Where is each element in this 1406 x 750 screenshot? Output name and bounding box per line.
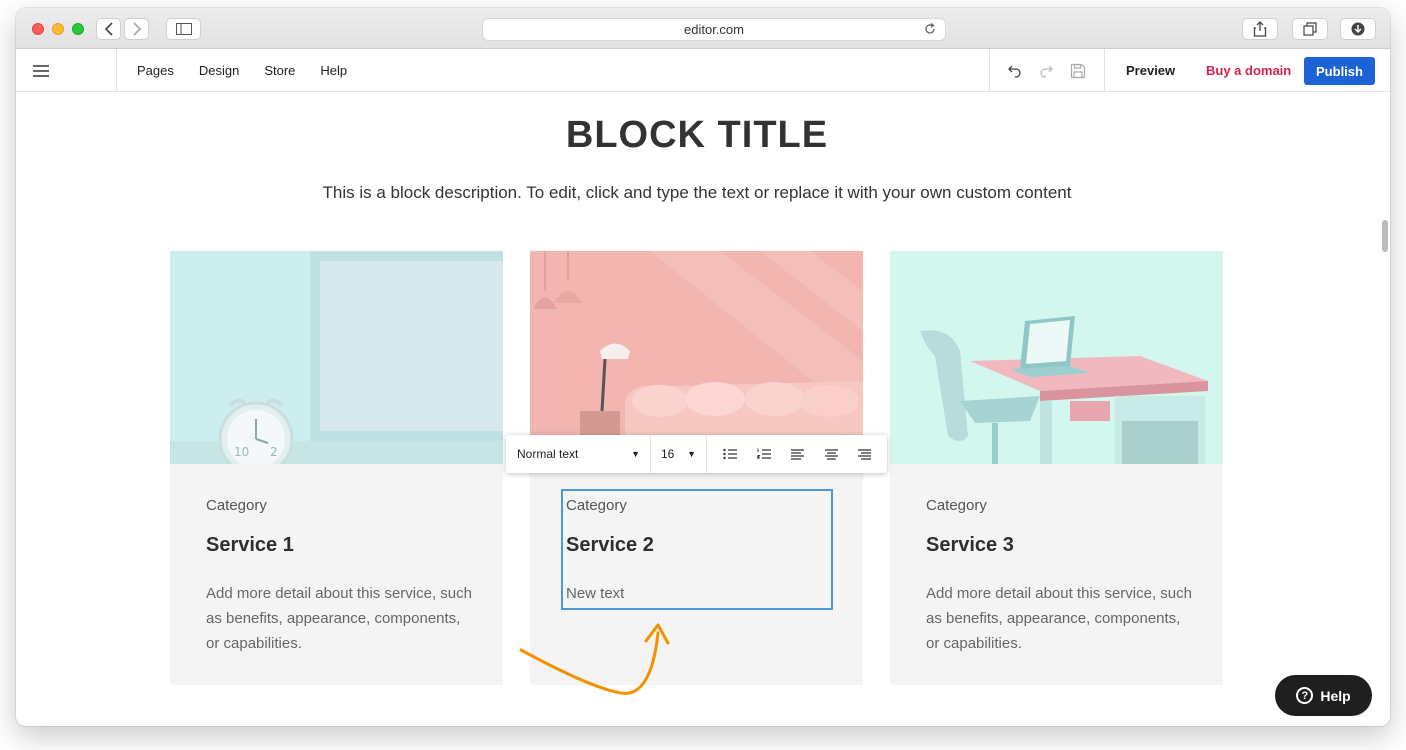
history-controls [989, 49, 1105, 92]
browser-window: editor.com Pages Design Store Help Previ… [16, 8, 1390, 726]
format-buttons [707, 448, 887, 460]
publish-button[interactable]: Publish [1304, 57, 1375, 85]
tabs-icon [1303, 22, 1317, 36]
align-left-icon[interactable] [791, 448, 805, 460]
close-window-button[interactable] [32, 23, 44, 35]
chevron-left-icon [104, 22, 113, 36]
svg-text:2: 2 [270, 445, 278, 459]
caret-down-icon: ▼ [631, 449, 640, 459]
browser-toolbar: editor.com [16, 8, 1390, 49]
block-title[interactable]: BLOCK TITLE [16, 114, 1378, 157]
font-size-value: 16 [661, 447, 675, 461]
question-icon: ? [1296, 687, 1314, 704]
numbered-list-icon[interactable] [757, 448, 772, 460]
url-text: editor.com [684, 22, 744, 37]
desk-image[interactable] [890, 251, 1223, 464]
svg-text:10: 10 [234, 445, 249, 459]
page-canvas: BLOCK TITLE This is a block description.… [16, 93, 1390, 726]
hamburger-icon [33, 64, 49, 77]
service-card-1[interactable]: 10 2 Category Service 1 Add more detail … [170, 251, 503, 685]
sidebar-toggle-button[interactable] [166, 18, 201, 40]
editor-toolbar: Pages Design Store Help Preview Buy a do… [16, 49, 1390, 92]
address-bar[interactable]: editor.com [482, 18, 946, 41]
forward-button[interactable] [124, 18, 149, 40]
nav-store[interactable]: Store [264, 63, 295, 78]
help-label: Help [1320, 687, 1351, 704]
card-description[interactable]: Add more detail about this service, such… [206, 581, 476, 656]
sofa-image[interactable] [530, 251, 863, 464]
align-center-icon[interactable] [824, 448, 838, 460]
back-button[interactable] [96, 18, 121, 40]
pointer-arrow-annotation [519, 623, 670, 695]
card-category[interactable]: Category [206, 497, 267, 514]
redo-icon[interactable] [1039, 64, 1053, 78]
download-icon [1351, 22, 1365, 36]
minimize-window-button[interactable] [52, 23, 64, 35]
text-style-value: Normal text [517, 447, 579, 461]
save-icon[interactable] [1070, 63, 1086, 79]
text-format-toolbar: Normal text ▼ 16 ▼ [506, 435, 887, 473]
reload-icon[interactable] [923, 22, 937, 39]
card-title[interactable]: Service 3 [926, 534, 1014, 557]
tabs-button[interactable] [1292, 18, 1328, 40]
clock-image[interactable]: 10 2 [170, 251, 503, 464]
editor-nav: Pages Design Store Help [137, 49, 347, 92]
share-button[interactable] [1242, 18, 1278, 40]
buy-domain-link[interactable]: Buy a domain [1206, 63, 1291, 78]
card-category[interactable]: Category [926, 497, 987, 514]
nav-design[interactable]: Design [199, 63, 239, 78]
card-title[interactable]: Service 1 [206, 534, 294, 557]
align-right-icon[interactable] [857, 448, 871, 460]
zoom-window-button[interactable] [72, 23, 84, 35]
preview-button[interactable]: Preview [1126, 63, 1175, 78]
service-card-3[interactable]: Category Service 3 Add more detail about… [890, 251, 1223, 685]
scrollbar[interactable] [1382, 220, 1388, 252]
chevron-right-icon [132, 22, 141, 36]
nav-pages[interactable]: Pages [137, 63, 174, 78]
text-selection-frame [561, 489, 833, 610]
help-button[interactable]: ? Help [1275, 675, 1372, 716]
nav-help[interactable]: Help [320, 63, 347, 78]
sidebar-icon [175, 23, 192, 35]
menu-button[interactable] [16, 49, 117, 92]
undo-icon[interactable] [1008, 64, 1022, 78]
block-description[interactable]: This is a block description. To edit, cl… [16, 183, 1378, 203]
caret-down-icon: ▼ [687, 449, 696, 459]
bulleted-list-icon[interactable] [723, 448, 738, 460]
downloads-button[interactable] [1340, 18, 1376, 40]
card-description[interactable]: Add more detail about this service, such… [926, 581, 1196, 656]
text-style-select[interactable]: Normal text ▼ [506, 435, 651, 473]
font-size-select[interactable]: 16 ▼ [651, 435, 707, 473]
share-icon [1253, 21, 1267, 37]
